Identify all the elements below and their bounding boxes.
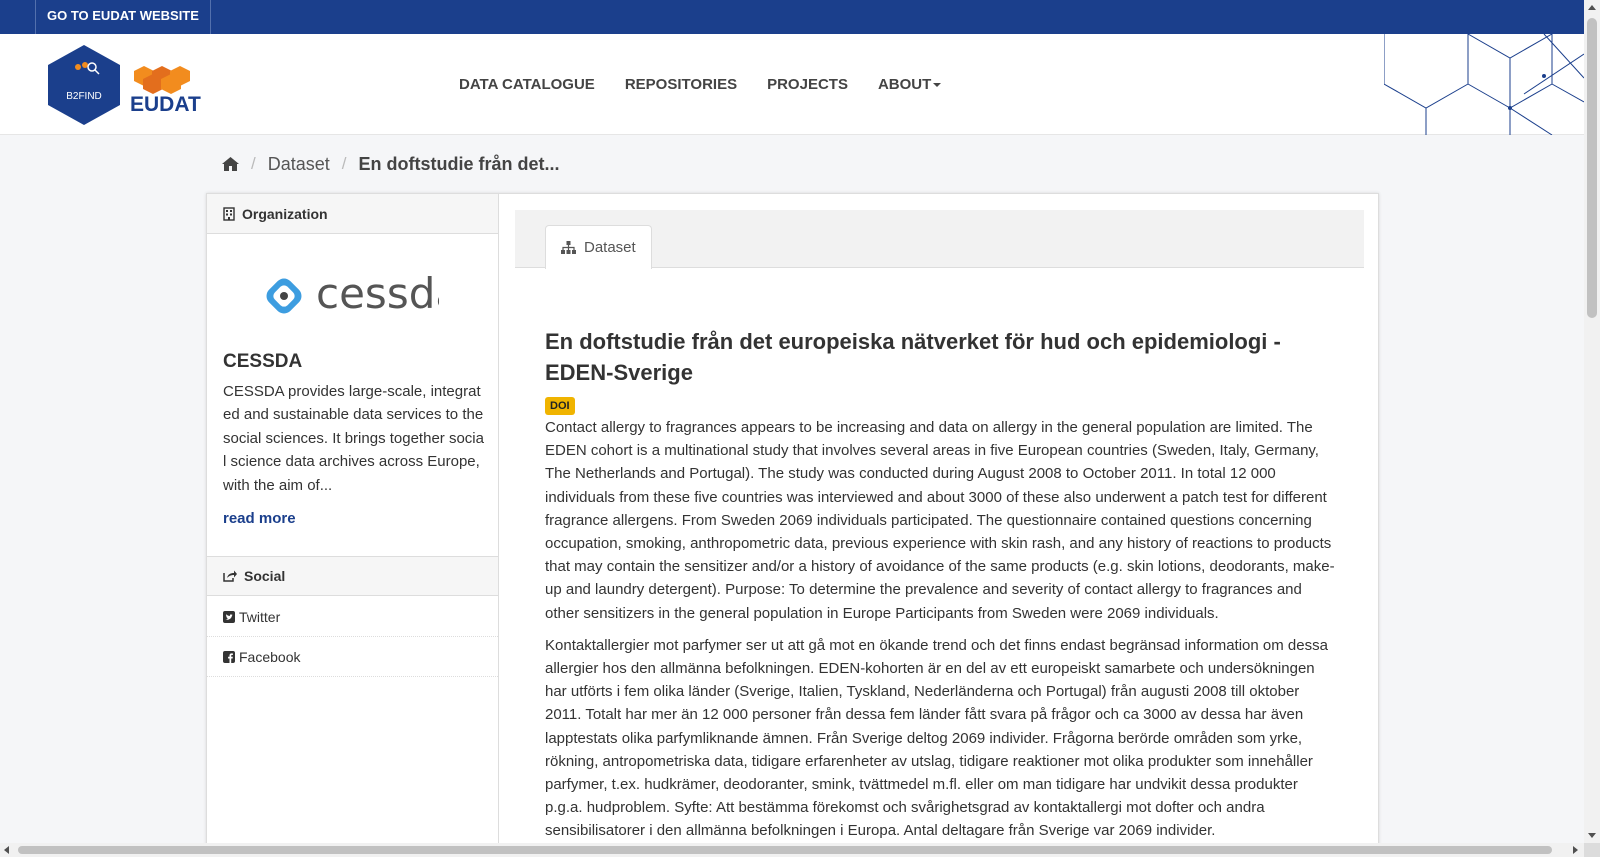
doi-badge: DOI <box>545 397 575 415</box>
scrollbar-corner <box>1584 843 1600 857</box>
dataset-notes: Contact allergy to fragrances appears to… <box>545 416 1335 852</box>
cessda-logo-text: cessda <box>316 269 439 318</box>
building-icon <box>223 206 235 221</box>
tab-dataset[interactable]: Dataset <box>545 225 652 269</box>
scroll-right-arrow-icon[interactable] <box>1573 846 1578 854</box>
social-link-facebook[interactable]: Facebook <box>207 637 498 677</box>
b2find-eudat-logo[interactable]: B2FIND EUDAT <box>48 43 208 127</box>
breadcrumb-separator: / <box>251 154 256 173</box>
breadcrumb-separator: / <box>341 154 347 173</box>
scroll-down-arrow-icon[interactable] <box>1588 833 1596 838</box>
organization-heading-label: Organization <box>242 205 328 222</box>
breadcrumb-current[interactable]: En doftstudie från det... <box>359 154 560 175</box>
scroll-up-arrow-icon[interactable] <box>1588 5 1596 10</box>
social-heading-label: Social <box>244 568 286 584</box>
social-link-label: Facebook <box>239 648 301 665</box>
caret-down-icon <box>933 82 942 87</box>
organization-description: CESSDA provides large-scale, integrated … <box>223 383 484 494</box>
share-square-icon <box>223 570 237 582</box>
tab-bar: Dataset <box>515 210 1364 269</box>
nav-about-label: ABOUT <box>877 76 932 93</box>
home-icon[interactable] <box>222 156 239 172</box>
nav-about[interactable]: ABOUT <box>877 76 942 93</box>
twitter-square-icon <box>223 610 235 623</box>
scroll-left-arrow-icon[interactable] <box>4 846 9 854</box>
organization-heading: Organization <box>207 194 498 234</box>
social-link-label: Twitter <box>239 608 281 625</box>
nav-repositories[interactable]: REPOSITORIES <box>625 76 737 93</box>
social-section: Social <box>207 556 498 596</box>
vertical-scrollbar-thumb[interactable] <box>1587 18 1597 318</box>
nav-projects[interactable]: PROJECTS <box>767 76 848 93</box>
social-link-twitter[interactable]: Twitter <box>207 597 498 637</box>
main-nav: DATA CATALOGUE REPOSITORIES PROJECTS ABO… <box>459 34 971 135</box>
dataset-notes-swedish: Kontaktallergier mot parfymer ser ut att… <box>545 636 1328 840</box>
dataset-title: En doftstudie från det europeiska nätver… <box>545 329 1281 385</box>
content-container: Organization cessda CESSDA CESSDA provid… <box>206 193 1379 857</box>
sidebar: Organization cessda CESSDA CESSDA provid… <box>207 194 499 857</box>
b2find-logo-text: B2FIND <box>66 91 102 102</box>
nav-data-catalogue[interactable]: DATA CATALOGUE <box>459 76 595 93</box>
dataset-notes-english: Contact allergy to fragrances appears to… <box>545 419 1335 622</box>
horizontal-scrollbar-thumb[interactable] <box>18 846 1552 854</box>
sitemap-icon <box>561 241 576 254</box>
site-header: B2FIND EUDAT DATA CATALOGUE REPOSITORIES… <box>0 34 1584 135</box>
top-bar: GO TO EUDAT WEBSITE <box>0 0 1584 34</box>
breadcrumb: / Dataset / En doftstudie från det... <box>222 151 560 177</box>
horizontal-scrollbar[interactable] <box>0 843 1584 857</box>
dataset-main: Dataset En doftstudie från det europeisk… <box>515 210 1364 839</box>
eudat-website-link[interactable]: GO TO EUDAT WEBSITE <box>35 0 211 34</box>
social-heading: Social <box>207 557 498 596</box>
breadcrumb-dataset[interactable]: Dataset <box>268 154 330 175</box>
facebook-square-icon <box>223 650 235 663</box>
vertical-scrollbar[interactable] <box>1584 0 1600 843</box>
read-more-link[interactable]: read more <box>223 510 296 527</box>
eudat-logo-text: EUDAT <box>130 93 201 116</box>
organization-title: CESSDA <box>223 351 303 372</box>
tab-dataset-label: Dataset <box>584 239 636 256</box>
cessda-logo[interactable]: cessda <box>259 268 439 324</box>
hexagon-pattern-decoration <box>1384 34 1584 135</box>
